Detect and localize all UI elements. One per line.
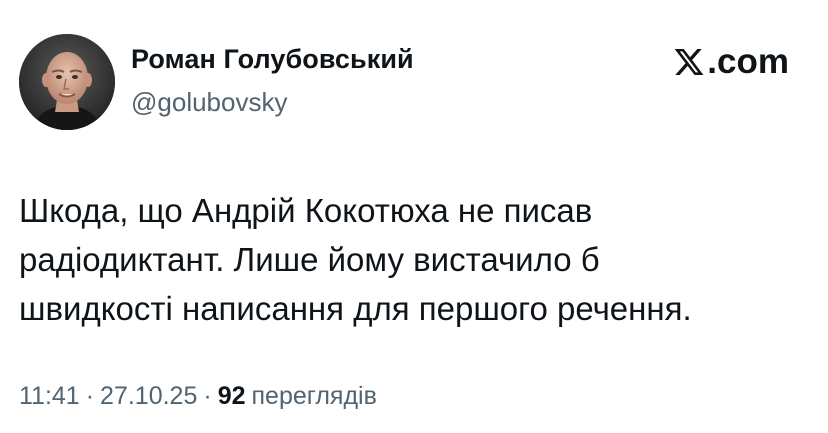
tweet-text-line: радіодиктант. Лише йому вистачило б [19,241,600,278]
tweet-text-line: Шкода, що Андрій Кокотюха не писав [19,192,593,229]
tweet-meta: 11:41 · 27.10.25 · 92 переглядів [19,382,377,411]
avatar[interactable] [19,34,115,130]
tweet-card: Роман Голубовський @golubovsky .com Шкод… [0,0,828,433]
x-logo-icon [674,49,704,75]
meta-separator: · [85,382,95,410]
avatar-image [19,34,115,130]
meta-separator: · [203,382,212,410]
tweet-time[interactable]: 11:41 [19,382,80,410]
author-handle[interactable]: @golubovsky [131,87,287,118]
author-display-name[interactable]: Роман Голубовський [131,44,414,75]
tweet-text-line: швидкості написання для першого речення. [19,290,692,327]
views-count: 92 [217,382,246,410]
tweet-date[interactable]: 27.10.25 [100,382,197,410]
brand-domain: .com [707,42,789,81]
views-label: переглядів [251,382,377,410]
tweet-text: Шкода, що Андрій Кокотюха не писав радіо… [19,186,809,333]
brand-logo: .com [673,42,789,82]
